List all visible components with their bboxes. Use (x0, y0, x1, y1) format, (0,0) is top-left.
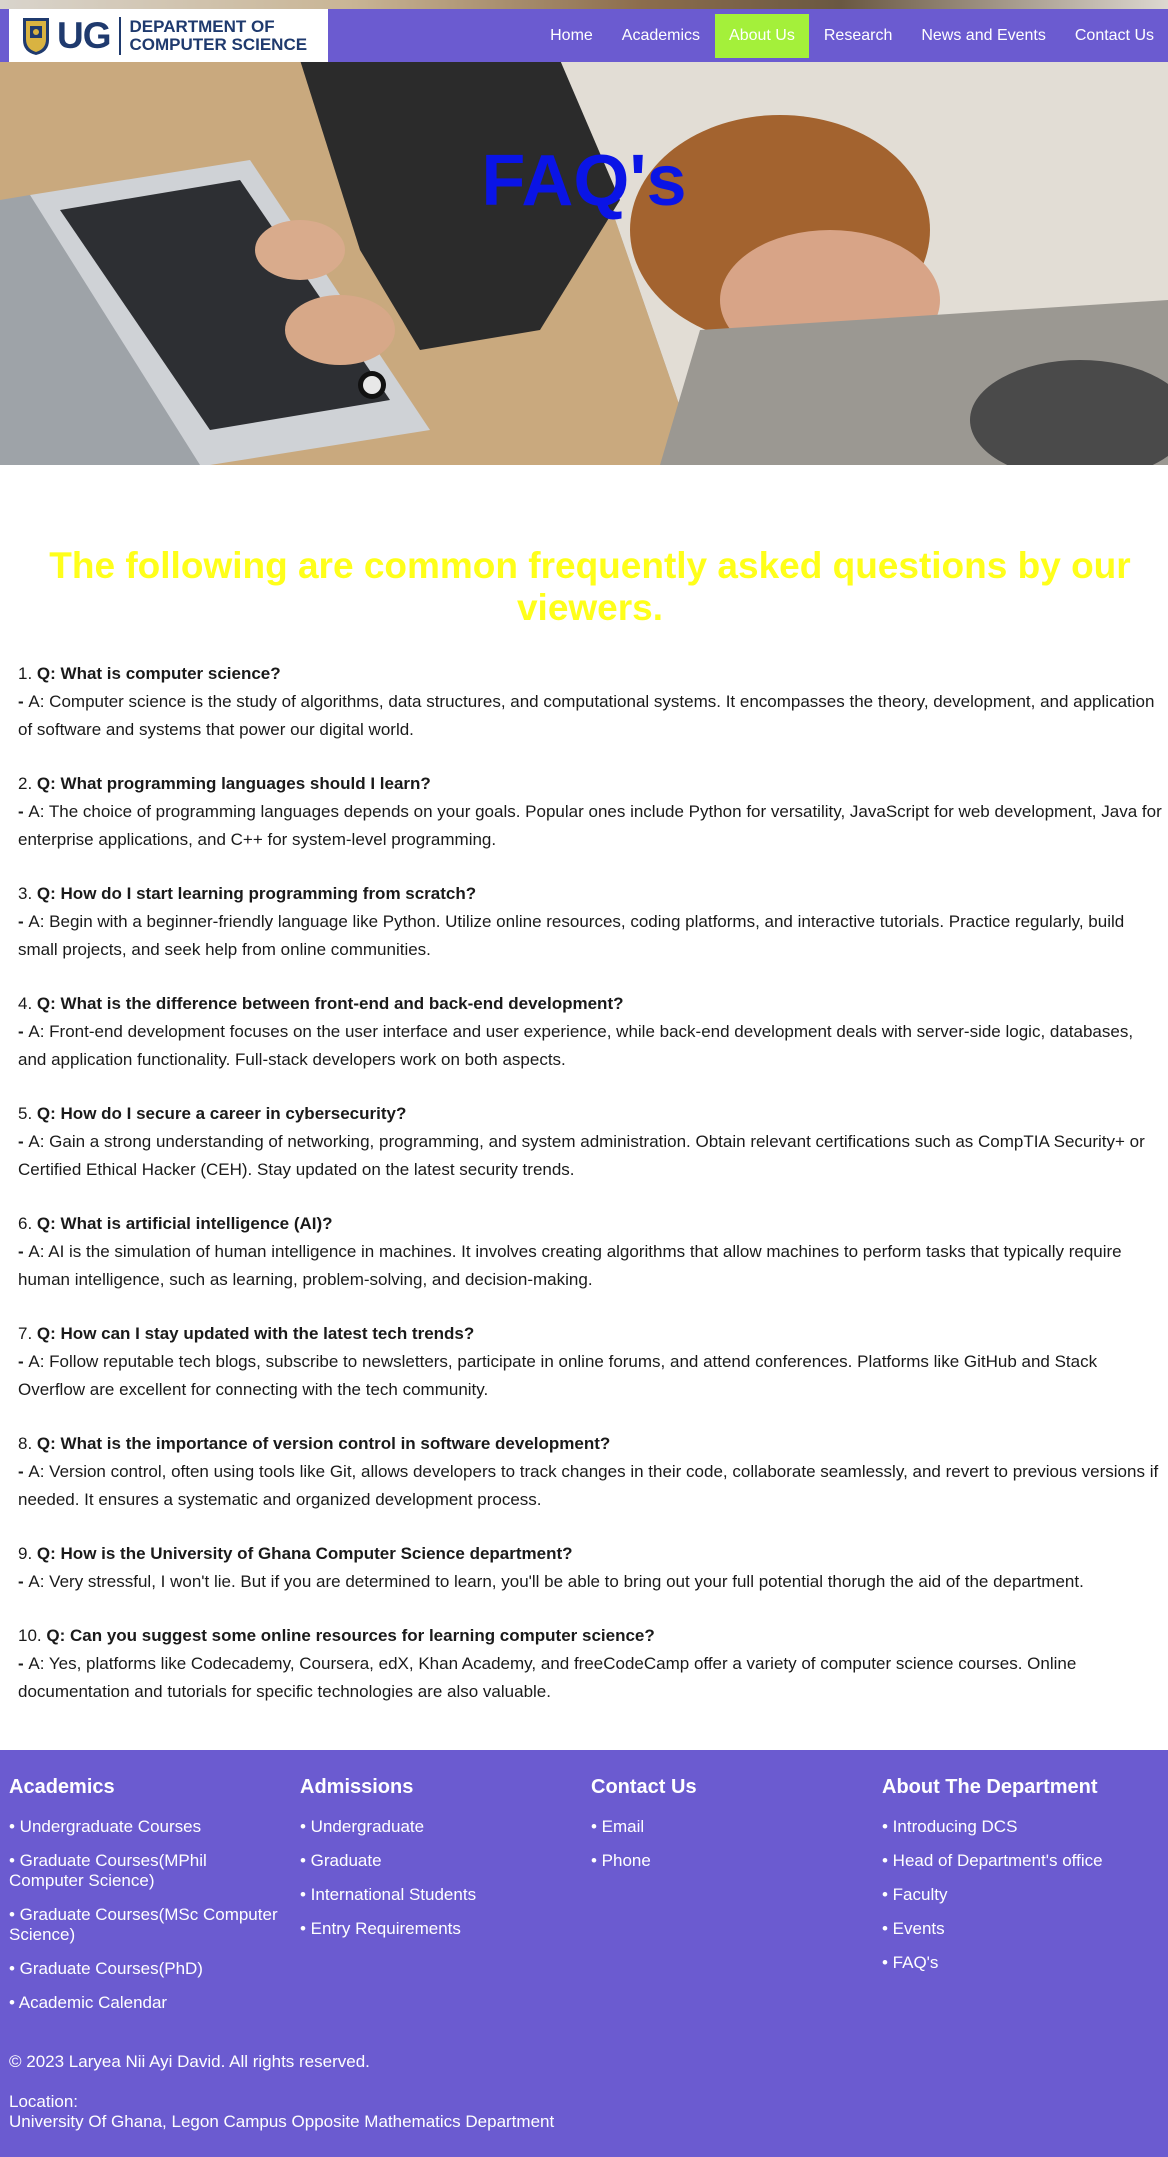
faq-item: 7. Q: How can I stay updated with the la… (18, 1324, 1098, 1399)
location-text: University Of Ghana, Legon Campus Opposi… (9, 2112, 555, 2131)
dept-line-1: DEPARTMENT OF (129, 16, 275, 36)
footer-link[interactable]: • Graduate Courses(MSc Computer Science) (9, 1905, 279, 1945)
footer-col-contact: Contact Us • Email • Phone (591, 1776, 861, 1885)
faq-number: 10. (18, 1626, 42, 1645)
faq-item: 5. Q: How do I secure a career in cybers… (18, 1104, 1145, 1179)
faq-answer: A: Computer science is the study of algo… (18, 692, 1155, 739)
faq-question: Q: What is artificial intelligence (AI)? (36, 1214, 333, 1233)
faq-item: 1. Q: What is computer science? - A: Com… (18, 664, 1155, 739)
footer-link[interactable]: • Graduate Courses(PhD) (9, 1959, 279, 1979)
site-logo[interactable]: UG DEPARTMENT OF COMPUTER SCIENCE (9, 9, 328, 62)
footer-link[interactable]: • Head of Department's office (882, 1851, 1152, 1871)
footer-link[interactable]: • Graduate (300, 1851, 570, 1871)
faq-answer: A: Yes, platforms like Codecademy, Cours… (18, 1654, 1077, 1701)
footer-link[interactable]: • Graduate Courses(MPhil Computer Scienc… (9, 1851, 279, 1891)
faq-number: 8. (18, 1434, 33, 1453)
faq-question: Q: What programming languages should I l… (36, 774, 431, 793)
footer-link[interactable]: • Introducing DCS (882, 1817, 1152, 1837)
main-nav: Home Academics About Us Research News an… (535, 9, 1168, 62)
faq-item: 8. Q: What is the importance of version … (18, 1434, 1159, 1509)
nav-home[interactable]: Home (536, 14, 607, 58)
faq-number: 4. (18, 994, 33, 1013)
footer-heading: Contact Us (591, 1776, 697, 1798)
department-name: DEPARTMENT OF COMPUTER SCIENCE (129, 16, 308, 54)
footer-col-academics: Academics • Undergraduate Courses • Grad… (9, 1776, 279, 2027)
footer-link[interactable]: • Phone (591, 1851, 861, 1871)
footer-link[interactable]: • Entry Requirements (300, 1919, 570, 1939)
nav-research[interactable]: Research (810, 14, 906, 58)
copyright-text: © 2023 Laryea Nii Ayi David. All rights … (9, 2052, 370, 2071)
hero-photo (0, 60, 1168, 465)
faq-number: 5. (18, 1104, 33, 1123)
footer-heading: Admissions (300, 1776, 414, 1798)
faq-item: 6. Q: What is artificial intelligence (A… (18, 1214, 1122, 1289)
faq-question: Q: How do I start learning programming f… (36, 884, 477, 903)
site-footer: Academics • Undergraduate Courses • Grad… (0, 1750, 1168, 2157)
faq-question: Q: How do I secure a career in cybersecu… (36, 1104, 407, 1123)
faq-question: Q: What is computer science? (36, 664, 281, 683)
footer-col-admissions: Admissions • Undergraduate • Graduate • … (300, 1776, 570, 1953)
footer-heading: About The Department (882, 1776, 1098, 1798)
faq-number: 2. (18, 774, 33, 793)
faq-question: Q: Can you suggest some online resources… (46, 1626, 655, 1645)
faq-question: Q: How can I stay updated with the lates… (36, 1324, 475, 1343)
faq-answer: A: The choice of programming languages d… (18, 802, 1162, 849)
location-label: Location: (9, 2092, 78, 2111)
university-crest-icon (23, 17, 49, 55)
faq-item: 2. Q: What programming languages should … (18, 774, 1162, 849)
footer-link[interactable]: • International Students (300, 1885, 570, 1905)
footer-link[interactable]: • FAQ's (882, 1953, 1152, 1973)
location-block: Location: University Of Ghana, Legon Cam… (9, 2092, 554, 2132)
footer-col-about: About The Department • Introducing DCS •… (882, 1776, 1152, 1987)
faq-question: Q: What is the importance of version con… (36, 1434, 611, 1453)
faq-question: Q: How is the University of Ghana Comput… (36, 1544, 573, 1563)
faq-number: 9. (18, 1544, 33, 1563)
nav-contact-us[interactable]: Contact Us (1061, 14, 1168, 58)
faq-answer: A: AI is the simulation of human intelli… (18, 1242, 1122, 1289)
faq-number: 6. (18, 1214, 33, 1233)
footer-link[interactable]: • Undergraduate Courses (9, 1817, 279, 1837)
faq-answer: A: Version control, often using tools li… (18, 1462, 1159, 1509)
footer-link[interactable]: • Email (591, 1817, 861, 1837)
page-title: FAQ's (481, 141, 687, 221)
faq-item: 10. Q: Can you suggest some online resou… (18, 1626, 1077, 1701)
nav-about-us[interactable]: About Us (715, 13, 809, 58)
faq-question: Q: What is the difference between front-… (36, 994, 624, 1013)
faq-answer: A: Very stressful, I won't lie. But if y… (28, 1572, 1084, 1591)
faq-answer: A: Front-end development focuses on the … (18, 1022, 1134, 1069)
hero-banner: FAQ's (0, 0, 1168, 465)
footer-link[interactable]: • Academic Calendar (9, 1993, 279, 2013)
faq-list: 1. Q: What is computer science? - A: Com… (18, 660, 1163, 1732)
faq-intro-heading: The following are common frequently aske… (49, 545, 1131, 628)
nav-news-events[interactable]: News and Events (907, 14, 1060, 58)
faq-item: 3. Q: How do I start learning programmin… (18, 884, 1125, 959)
faq-number: 7. (18, 1324, 33, 1343)
nav-academics[interactable]: Academics (608, 14, 714, 58)
logo-divider (118, 16, 121, 55)
faq-item: 9. Q: How is the University of Ghana Com… (18, 1544, 1084, 1591)
faq-answer: A: Follow reputable tech blogs, subscrib… (18, 1352, 1098, 1399)
footer-link[interactable]: • Undergraduate (300, 1817, 570, 1837)
faq-answer: A: Gain a strong understanding of networ… (18, 1132, 1145, 1179)
footer-link[interactable]: • Faculty (882, 1885, 1152, 1905)
footer-heading: Academics (9, 1776, 115, 1798)
logo-abbrev: UG (57, 14, 111, 56)
footer-link[interactable]: • Events (882, 1919, 1152, 1939)
faq-number: 3. (18, 884, 33, 903)
dept-line-2: COMPUTER SCIENCE (129, 34, 308, 54)
faq-item: 4. Q: What is the difference between fro… (18, 994, 1134, 1069)
faq-answer: A: Begin with a beginner-friendly langua… (18, 912, 1125, 959)
faq-number: 1. (18, 664, 33, 683)
